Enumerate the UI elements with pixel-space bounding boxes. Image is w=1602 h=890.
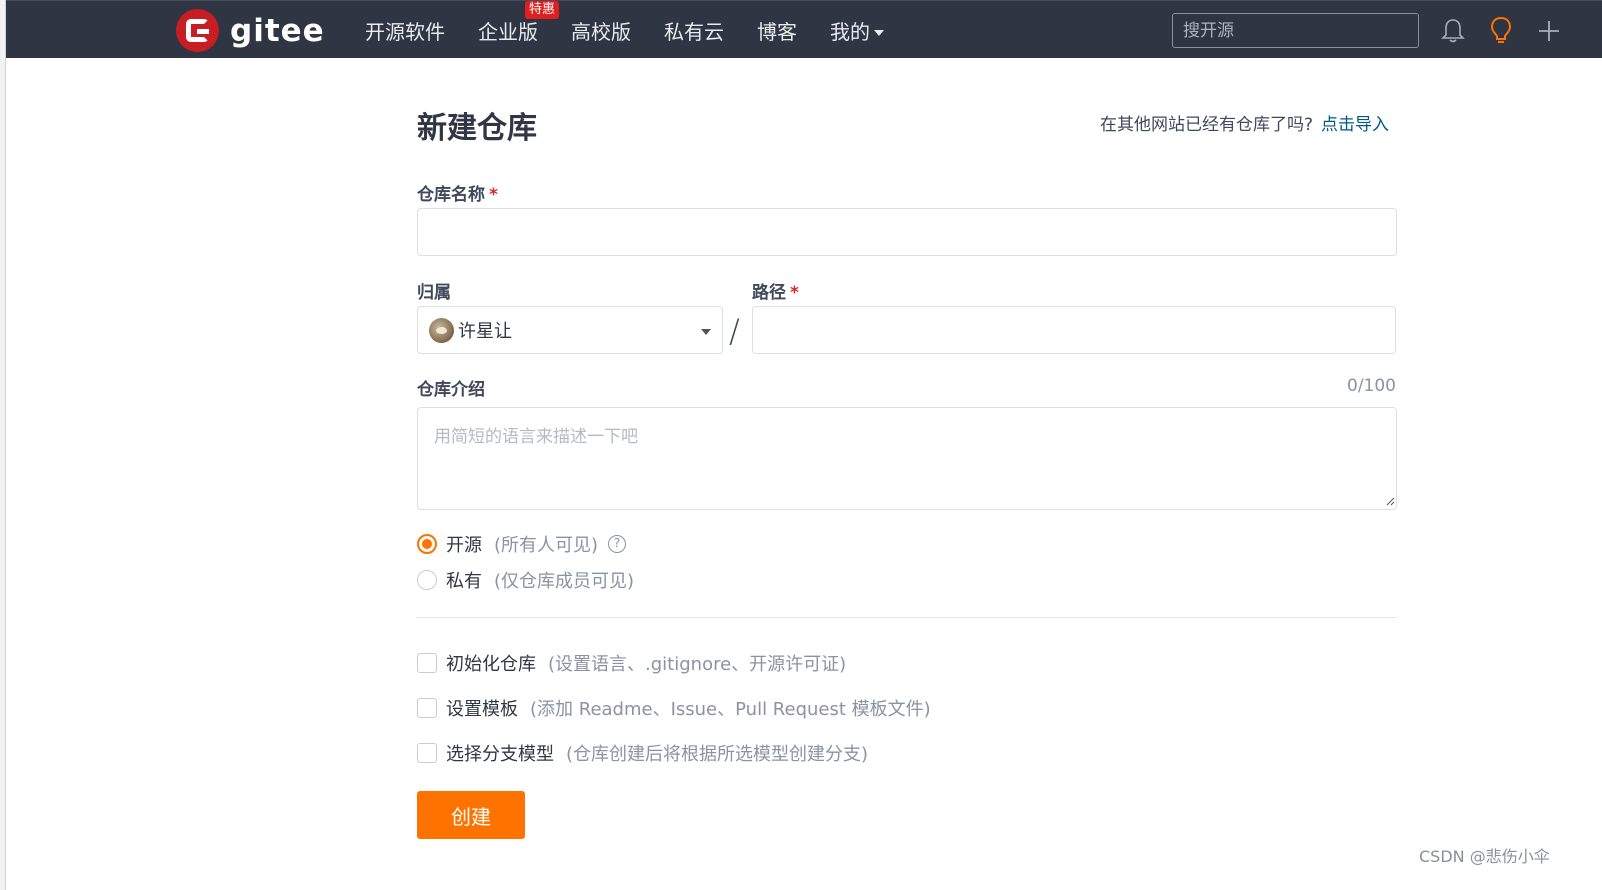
browser-page: gitee 开源软件 企业版特惠 高校版 私有云 博客 我的 新建仓库 在其他网… [5, 0, 1602, 890]
option-branch-model-hint: (仓库创建后将根据所选模型创建分支) [566, 744, 869, 765]
avatar [429, 317, 454, 343]
chevron-down-icon [874, 30, 884, 36]
radio-private-hint: (仅仓库成员可见) [494, 571, 635, 592]
option-template-label: 设置模板 [446, 699, 518, 720]
option-init-repo[interactable]: 初始化仓库 (设置语言、.gitignore、开源许可证) [417, 650, 846, 676]
option-template[interactable]: 设置模板 (添加 Readme、Issue、Pull Request 模板文件) [417, 695, 931, 721]
section-divider [417, 617, 1397, 618]
page-title: 新建仓库 [417, 111, 537, 146]
radio-private-label: 私有 [446, 571, 482, 592]
description-counter: 0/100 [1347, 376, 1396, 396]
chevron-down-icon [701, 329, 711, 335]
option-branch-model-label: 选择分支模型 [446, 744, 554, 765]
watermark: CSDN @悲伤小伞 [1419, 847, 1550, 866]
option-template-hint: (添加 Readme、Issue、Pull Request 模板文件) [530, 699, 931, 720]
checkbox-branch-model[interactable] [417, 743, 437, 763]
logo-text: gitee [230, 12, 325, 49]
required-mark: * [790, 283, 799, 303]
radio-public-label: 开源 [446, 535, 482, 556]
nav-enterprise[interactable]: 企业版 特惠 [478, 0, 560, 45]
visibility-private-option[interactable]: 私有 (仅仓库成员可见) [417, 567, 634, 593]
top-navbar: gitee 开源软件 企业版 特惠 高校版 私有云 博客 我的 [6, 0, 1602, 58]
repo-name-input[interactable] [417, 208, 1397, 256]
path-separator: / [729, 312, 740, 350]
resize-handle-icon[interactable] [1386, 497, 1395, 506]
main-nav: 开源软件 企业版 特惠 高校版 私有云 博客 我的 [365, 0, 917, 59]
nav-private-cloud[interactable]: 私有云 [664, 16, 724, 45]
owner-name: 许星让 [458, 321, 512, 342]
repo-path-input[interactable] [752, 306, 1396, 354]
nav-blog[interactable]: 博客 [757, 16, 797, 45]
import-text: 在其他网站已经有仓库了吗? [1100, 115, 1314, 135]
owner-select[interactable]: 许星让 [417, 306, 723, 354]
promo-badge: 特惠 [525, 0, 560, 19]
import-link[interactable]: 点击导入 [1321, 115, 1389, 135]
radio-public[interactable] [417, 534, 437, 554]
create-button[interactable]: 创建 [417, 791, 525, 839]
plus-icon[interactable] [1537, 19, 1561, 43]
nav-mine-dropdown[interactable]: 我的 [830, 16, 884, 45]
nav-open-source[interactable]: 开源软件 [365, 16, 445, 45]
option-init-repo-hint: (设置语言、.gitignore、开源许可证) [548, 654, 847, 675]
description-label: 仓库介绍 [417, 380, 485, 400]
visibility-public-option[interactable]: 开源 (所有人可见) ? [417, 531, 627, 557]
checkbox-init-repo[interactable] [417, 653, 437, 673]
bell-icon[interactable] [1441, 18, 1465, 44]
nav-education[interactable]: 高校版 [571, 16, 631, 45]
gitee-logo[interactable]: gitee [176, 9, 325, 52]
search-input[interactable] [1172, 13, 1419, 48]
help-circle-icon[interactable]: ? [608, 535, 627, 553]
repo-name-label: 仓库名称 * [417, 185, 498, 205]
description-textarea[interactable] [417, 407, 1397, 510]
owner-label: 归属 [417, 283, 451, 303]
radio-public-hint: (所有人可见) [494, 535, 599, 556]
option-branch-model[interactable]: 选择分支模型 (仓库创建后将根据所选模型创建分支) [417, 740, 868, 766]
option-init-repo-label: 初始化仓库 [446, 654, 536, 675]
required-mark: * [489, 185, 498, 205]
import-prompt: 在其他网站已经有仓库了吗? 点击导入 [1100, 110, 1389, 135]
path-label: 路径 * [752, 283, 799, 303]
radio-private[interactable] [417, 570, 437, 590]
lightbulb-icon[interactable] [1489, 16, 1513, 46]
gitee-logo-icon [176, 9, 219, 52]
checkbox-template[interactable] [417, 698, 437, 718]
